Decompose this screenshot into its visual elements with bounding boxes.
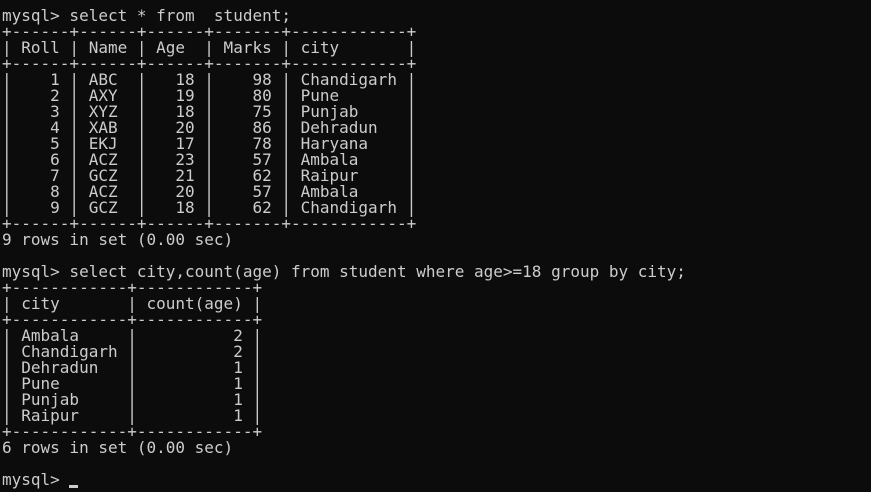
terminal-window[interactable]: mysql> select * from student; +------+--…	[0, 0, 871, 492]
text-cursor	[69, 485, 79, 488]
result-status: 6 rows in set (0.00 sec)	[2, 438, 234, 457]
prompt-line[interactable]: mysql>	[0, 472, 871, 488]
prompt: mysql>	[2, 470, 70, 489]
result-status: 9 rows in set (0.00 sec)	[2, 230, 234, 249]
